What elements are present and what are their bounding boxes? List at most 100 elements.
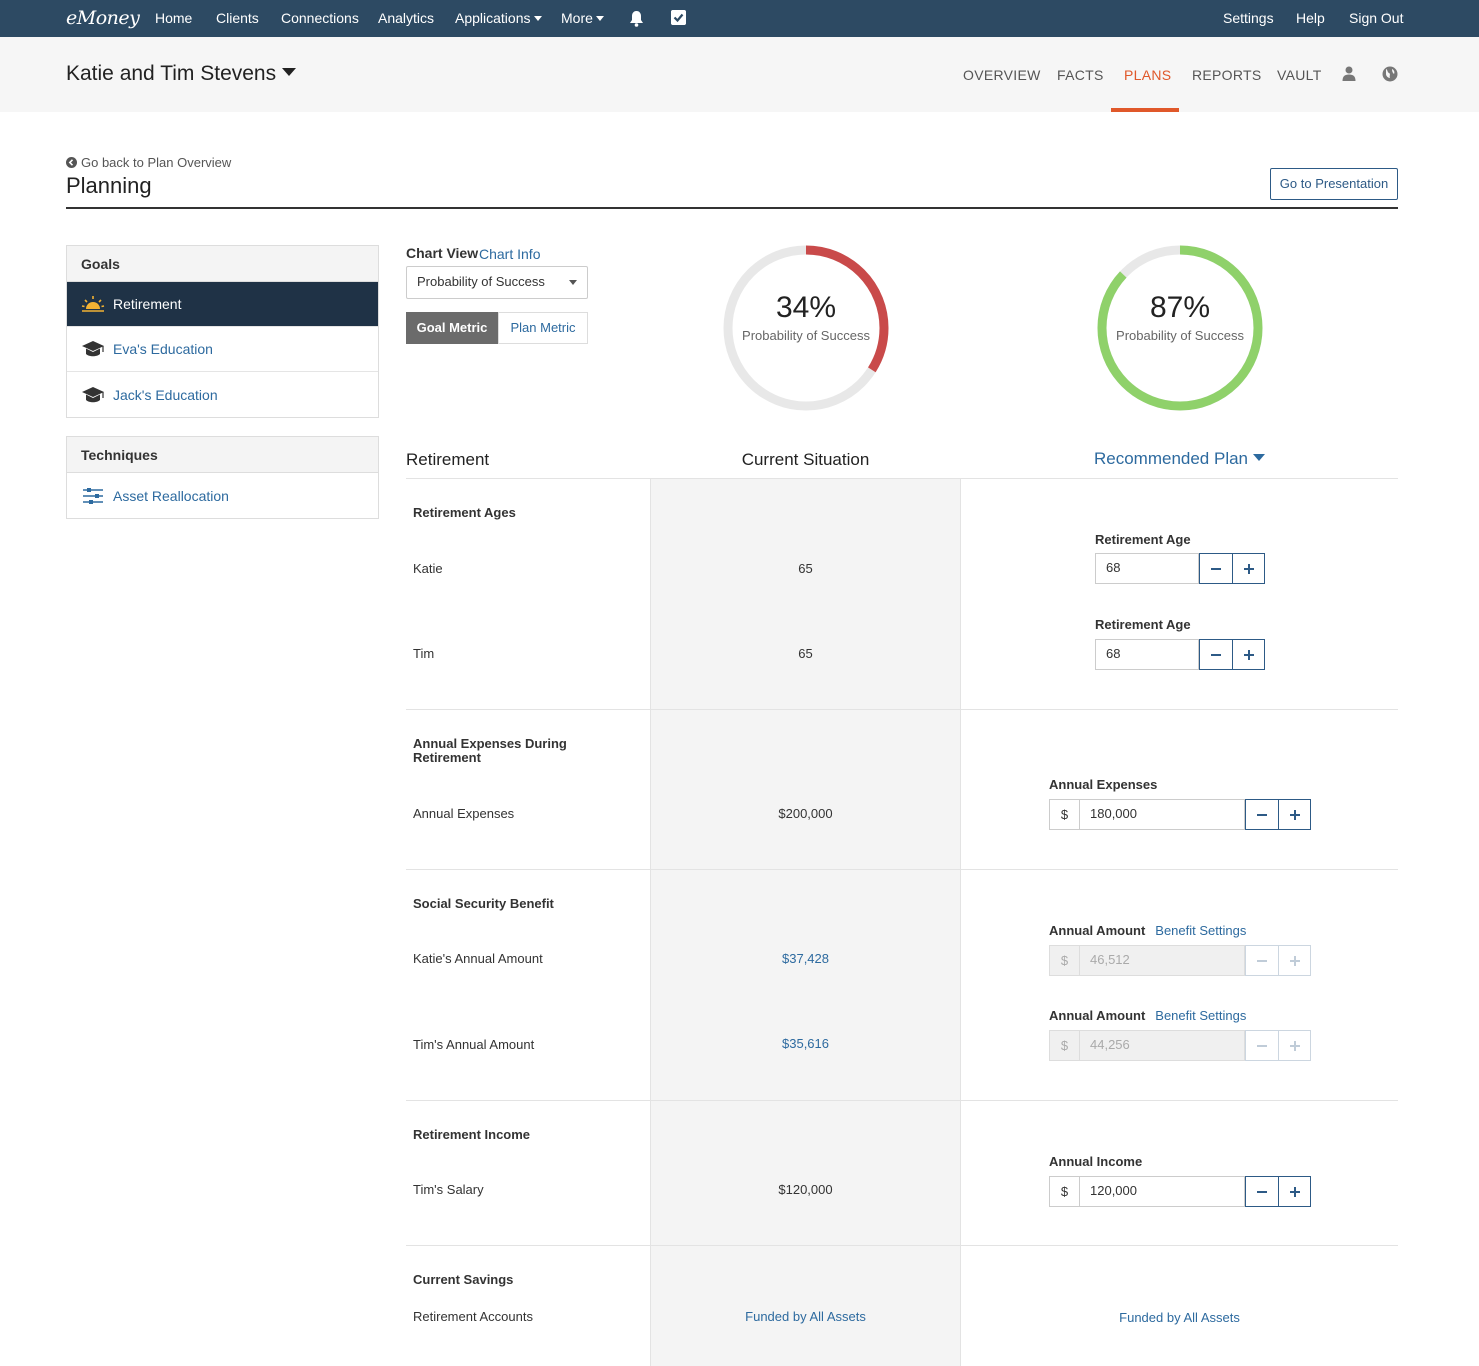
row-divider [406,1100,1398,1101]
plus-icon-vertical [1294,1187,1296,1197]
chart-view-select[interactable]: Probability of Success [406,266,588,299]
go-to-presentation-button[interactable]: Go to Presentation [1270,168,1398,200]
tim-annual-amount-current[interactable]: $35,616 [650,1036,961,1051]
nav-more[interactable]: More [561,10,604,26]
row-divider [406,478,1398,479]
plus-icon-vertical [1294,810,1296,820]
tim-annual-amount-control: Annual Amount Benefit Settings [1049,1008,1246,1023]
katie-current-age: 65 [798,561,813,576]
retirement-income-title: Retirement Income [413,1127,531,1142]
nav-help[interactable]: Help [1296,10,1325,26]
checkbox-icon[interactable] [671,10,686,25]
current-funded-by-link[interactable]: Funded by All Assets [650,1309,961,1324]
nav-settings[interactable]: Settings [1223,10,1274,26]
increment-button[interactable] [1278,799,1311,830]
nav-applications[interactable]: Applications [455,10,542,26]
retirement-accounts-label: Retirement Accounts [413,1309,533,1324]
tim-retirement-age-label: Retirement Age [1095,617,1191,632]
decrement-button[interactable] [1199,639,1232,670]
benefit-settings-link[interactable]: Benefit Settings [1155,923,1246,938]
recommended-funded-by-link[interactable]: Funded by All Assets [961,1310,1398,1325]
sunrise-icon [81,296,105,312]
sidebar-item-jacks-education[interactable]: Jack's Education [67,372,378,417]
annual-income-input[interactable]: 120,000 [1079,1176,1245,1207]
minus-icon [1211,568,1221,570]
nav-clients[interactable]: Clients [216,10,259,26]
tab-overview[interactable]: OVERVIEW [963,67,1041,83]
currency-prefix: $ [1049,1030,1079,1061]
back-to-plan-overview-link[interactable]: Go back to Plan Overview [66,155,231,170]
sidebar-item-evas-education[interactable]: Eva's Education [67,327,378,372]
techniques-panel: Techniques Asset Reallocation [66,436,379,519]
recommended-probability-value: 87% [1149,291,1211,324]
row-divider [406,709,1398,710]
recommended-probability-label: Probability of Success [1116,328,1244,343]
chevron-down-icon [533,16,542,21]
sidebar-item-retirement[interactable]: Retirement [67,282,378,327]
plan-metric-toggle[interactable]: Plan Metric [498,312,588,344]
title-divider [66,207,1398,209]
bell-icon[interactable] [629,10,644,27]
caret-down-icon [282,68,297,76]
tab-facts[interactable]: FACTS [1057,67,1104,83]
row-divider [406,869,1398,870]
katie-annual-amount-control: Annual Amount Benefit Settings [1049,923,1246,938]
nav-analytics[interactable]: Analytics [378,10,434,26]
decrement-button [1245,945,1278,976]
tab-reports[interactable]: REPORTS [1192,67,1262,83]
current-probability-label: Probability of Success [742,328,870,343]
tab-vault[interactable]: VAULT [1277,67,1322,83]
retirement-ages-title: Retirement Ages [413,505,516,520]
decrement-button[interactable] [1199,553,1232,584]
minus-icon [1257,1045,1267,1047]
currency-prefix: $ [1049,799,1079,830]
katie-annual-amount-stepper: $ 46,512 [1049,945,1311,976]
current-savings-title: Current Savings [413,1272,514,1287]
annual-income-label: Annual Income [1049,1154,1143,1169]
minus-icon [1257,960,1267,962]
annual-expenses-stepper: $ 180,000 [1049,799,1311,830]
annual-expenses-input[interactable]: 180,000 [1079,799,1245,830]
katie-annual-amount-label: Katie's Annual Amount [413,951,543,966]
benefit-settings-link[interactable]: Benefit Settings [1155,1008,1246,1023]
current-situation-column [650,479,961,1366]
annual-amount-label: Annual Amount [1049,1008,1146,1023]
nav-home[interactable]: Home [155,10,192,26]
nav-connections[interactable]: Connections [281,10,359,26]
chart-info-link[interactable]: Chart Info [479,246,540,262]
emoney-logo[interactable]: eMoney [66,7,140,29]
katie-retirement-age-input[interactable]: 68 [1095,553,1199,584]
graduation-cap-icon [82,386,104,402]
katie-annual-amount-input: 46,512 [1079,945,1245,976]
katie-retirement-age-stepper: 68 [1095,553,1265,584]
increment-button[interactable] [1232,639,1265,670]
decrement-button[interactable] [1245,1176,1278,1207]
user-icon[interactable] [1342,66,1356,81]
sidebar-item-label: Retirement [113,296,182,312]
nav-sign-out[interactable]: Sign Out [1349,10,1403,26]
chart-view-label: Chart View [406,245,479,261]
sidebar-item-asset-reallocation[interactable]: Asset Reallocation [67,473,378,518]
goal-metric-toggle[interactable]: Goal Metric [406,312,498,344]
tim-retirement-age-input[interactable]: 68 [1095,639,1199,670]
recommended-probability-gauge: 87% Probability of Success [1095,243,1265,413]
increment-button[interactable] [1278,1176,1311,1207]
back-link-text: Go back to Plan Overview [81,155,232,170]
chart-view-selected: Probability of Success [417,274,545,289]
katie-retirement-age-label: Retirement Age [1095,532,1191,547]
increment-button[interactable] [1232,553,1265,584]
plus-icon-vertical [1248,564,1250,574]
client-selector[interactable]: Katie and Tim Stevens [66,62,297,86]
tab-plans[interactable]: PLANS [1124,67,1171,83]
minus-icon [1211,654,1221,656]
globe-icon[interactable] [1382,66,1398,82]
page-title: Planning [66,173,152,198]
plus-icon-vertical [1294,956,1296,966]
katie-annual-amount-current[interactable]: $37,428 [650,951,961,966]
decrement-button[interactable] [1245,799,1278,830]
tim-annual-amount-stepper: $ 44,256 [1049,1030,1311,1061]
nav-applications-label: Applications [455,10,531,26]
recommended-plan-dropdown[interactable]: Recommended Plan [961,449,1398,469]
decrement-button [1245,1030,1278,1061]
client-name: Katie and Tim Stevens [66,62,277,85]
